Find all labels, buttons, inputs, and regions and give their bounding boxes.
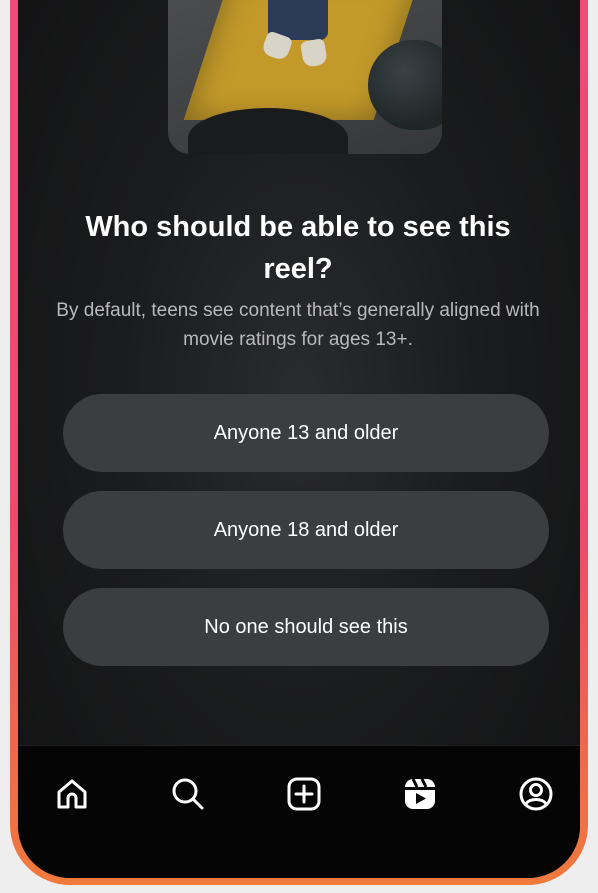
option-no-one-button[interactable]: No one should see this — [63, 588, 549, 666]
search-icon[interactable] — [166, 772, 210, 816]
reels-icon[interactable] — [398, 772, 442, 816]
home-icon[interactable] — [50, 772, 94, 816]
bottom-navbar — [18, 745, 580, 878]
dialog-title: Who should be able to see this reel? — [85, 211, 511, 285]
dialog-subtitle: By default, teens see content that’s gen… — [56, 300, 540, 350]
phone-screen: Who should be able to see this reel? By … — [18, 0, 580, 878]
option-anyone-13-button[interactable]: Anyone 13 and older — [63, 394, 549, 472]
option-anyone-18-button[interactable]: Anyone 18 and older — [63, 491, 549, 569]
reel-thumbnail — [168, 0, 442, 154]
profile-icon[interactable] — [514, 772, 558, 816]
create-icon[interactable] — [282, 772, 326, 816]
